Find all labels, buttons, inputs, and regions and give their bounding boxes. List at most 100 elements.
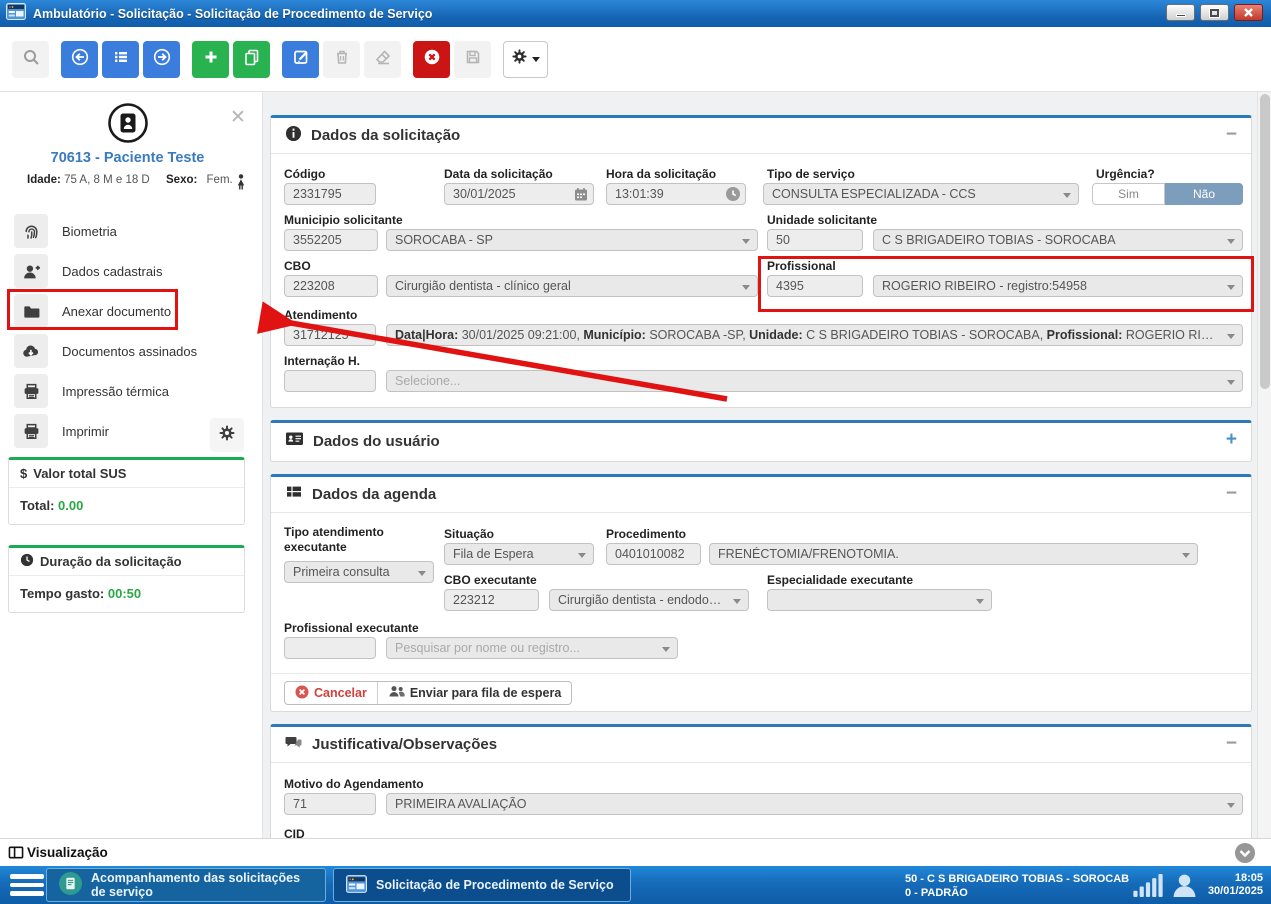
chevron-down-circle-icon[interactable]	[1234, 842, 1256, 869]
profissional-executante-label: Profissional executante	[284, 621, 419, 635]
duration-panel-title: Duração da solicitação	[40, 554, 182, 569]
municipio-code-field[interactable]: 3552205	[284, 229, 378, 251]
situacao-select[interactable]: Fila de Espera	[444, 543, 594, 565]
profissional-code-field[interactable]: 4395	[767, 275, 863, 297]
cbo-executante-code-field[interactable]: 223212	[444, 589, 539, 611]
toolbar	[0, 27, 1271, 92]
municipio-label: Municipio solicitante	[284, 213, 403, 227]
urgencia-label: Urgência?	[1096, 167, 1155, 181]
procedimento-select[interactable]: FRENÉCTOMIA/FRENOTOMIA.	[709, 543, 1198, 565]
person-plus-icon	[14, 254, 48, 288]
sidebar-item-label: Imprimir	[62, 424, 109, 439]
procedimento-label: Procedimento	[606, 527, 686, 541]
sidebar-item-dados-cadastrais[interactable]: Dados cadastrais	[0, 252, 256, 290]
teal-document-icon	[59, 872, 82, 898]
taskbar: Acompanhamento das solicitações de servi…	[0, 866, 1271, 904]
window-title: Ambulatório - Solicitação - Solicitação …	[33, 7, 432, 21]
add-button[interactable]	[192, 41, 229, 78]
collapse-toggle[interactable]: −	[1226, 733, 1237, 755]
sidebar-item-documentos-assinados[interactable]: Documentos assinados	[0, 332, 256, 370]
codigo-field[interactable]: 2331795	[284, 183, 376, 205]
especialidade-label: Especialidade executante	[767, 573, 913, 587]
list-button[interactable]	[102, 41, 139, 78]
female-icon	[236, 174, 246, 193]
tipo-servico-select[interactable]: CONSULTA ESPECIALIZADA - CCS	[763, 183, 1079, 205]
clock-icon	[725, 186, 741, 205]
erase-button[interactable]	[364, 41, 401, 78]
columns-icon	[8, 845, 24, 865]
motivo-code-field[interactable]: 71	[284, 793, 376, 815]
cbo-executante-select[interactable]: Cirurgião dentista - endodon...	[549, 589, 749, 611]
current-unit-status: 50 - C S BRIGADEIRO TOBIAS - SOROCAB 0 -…	[905, 872, 1129, 900]
especialidade-select[interactable]	[767, 589, 992, 611]
scrollbar[interactable]	[1257, 92, 1271, 838]
fingerprint-icon	[14, 214, 48, 248]
taskbar-item-solicitacao[interactable]: Solicitação de Procedimento de Serviço	[333, 868, 631, 902]
close-button[interactable]	[1234, 4, 1263, 21]
search-button[interactable]	[12, 41, 49, 78]
internacao-select[interactable]: Selecione...	[386, 370, 1243, 392]
print-settings-button[interactable]	[210, 418, 244, 452]
cbo-code-field[interactable]: 223208	[284, 275, 378, 297]
codigo-label: Código	[284, 167, 325, 181]
cbo-select[interactable]: Cirurgião dentista - clínico geral	[386, 275, 758, 297]
sidebar-item-label: Dados cadastrais	[62, 264, 162, 279]
menu-hamburger-icon[interactable]	[10, 874, 44, 896]
municipio-select[interactable]: SOROCABA - SP	[386, 229, 758, 251]
patient-sidebar: ✕ 70613 - Paciente Teste Idade: 75 A, 8 …	[0, 92, 263, 838]
internacao-code-field[interactable]	[284, 370, 376, 392]
duration-label: Tempo gasto:	[20, 586, 104, 601]
tipo-atendimento-select[interactable]: Primeira consulta	[284, 561, 434, 583]
atendimento-select[interactable]: Data|Hora: 30/01/2025 09:21:00, Municípi…	[386, 324, 1243, 346]
copy-button[interactable]	[233, 41, 270, 78]
unidade-select[interactable]: C S BRIGADEIRO TOBIAS - SOROCABA	[873, 229, 1243, 251]
profissional-executante-select[interactable]: Pesquisar por nome ou registro...	[386, 637, 678, 659]
chevron-down-icon	[532, 57, 540, 62]
printer-icon	[14, 414, 48, 448]
edit-icon	[292, 48, 310, 71]
urgencia-nao-button[interactable]: Não	[1165, 183, 1243, 205]
select-caret-icon	[1182, 553, 1190, 558]
previous-button[interactable]	[61, 41, 98, 78]
collapse-toggle[interactable]: −	[1226, 124, 1237, 146]
save-button[interactable]	[454, 41, 491, 78]
delete-button[interactable]	[323, 41, 360, 78]
select-caret-icon	[578, 553, 586, 558]
hora-field[interactable]: 13:01:39	[606, 183, 746, 205]
enviar-fila-button[interactable]: Enviar para fila de espera	[377, 682, 571, 704]
sus-total-label: Total:	[20, 498, 54, 513]
visualizacao-label: Visualização	[27, 845, 108, 860]
profissional-executante-code-field[interactable]	[284, 637, 376, 659]
sus-total-value: 0.00	[58, 498, 83, 513]
user-icon[interactable]	[1172, 873, 1197, 902]
sidebar-item-biometria[interactable]: Biometria	[0, 212, 256, 250]
settings-button[interactable]	[503, 41, 548, 78]
clock-icon	[20, 553, 34, 570]
profissional-select[interactable]: ROGERIO RIBEIRO - registro:54958	[873, 275, 1243, 297]
maximize-button[interactable]	[1200, 4, 1229, 21]
taskbar-item-acompanhamento[interactable]: Acompanhamento das solicitações de servi…	[46, 868, 326, 902]
age-label: Idade:	[27, 174, 61, 186]
folder-icon	[14, 294, 48, 328]
sidebar-item-impressao-termica[interactable]: Impressão térmica	[0, 372, 256, 410]
unidade-code-field[interactable]: 50	[767, 229, 863, 251]
urgencia-sim-button[interactable]: Sim	[1092, 183, 1165, 205]
sidebar-close-icon[interactable]: ✕	[228, 108, 248, 128]
motivo-select[interactable]: PRIMEIRA AVALIAÇÃO	[386, 793, 1243, 815]
procedimento-code-field[interactable]: 0401010082	[606, 543, 701, 565]
atendimento-code-field[interactable]: 31712125	[284, 324, 376, 346]
edit-button[interactable]	[282, 41, 319, 78]
id-card-icon	[285, 430, 304, 452]
cancelar-button[interactable]: Cancelar	[285, 682, 377, 704]
minimize-button[interactable]	[1166, 4, 1195, 21]
scrollbar-thumb[interactable]	[1260, 94, 1270, 389]
people-icon	[388, 684, 405, 702]
cancel-record-button[interactable]	[413, 41, 450, 78]
data-field[interactable]: 30/01/2025	[444, 183, 594, 205]
visualizacao-bar: Visualização	[0, 838, 1271, 866]
collapse-toggle[interactable]: −	[1226, 483, 1237, 505]
select-caret-icon	[418, 571, 426, 576]
expand-toggle[interactable]: +	[1226, 429, 1237, 451]
sidebar-item-anexar-documento[interactable]: Anexar documento	[0, 292, 256, 330]
next-button[interactable]	[143, 41, 180, 78]
